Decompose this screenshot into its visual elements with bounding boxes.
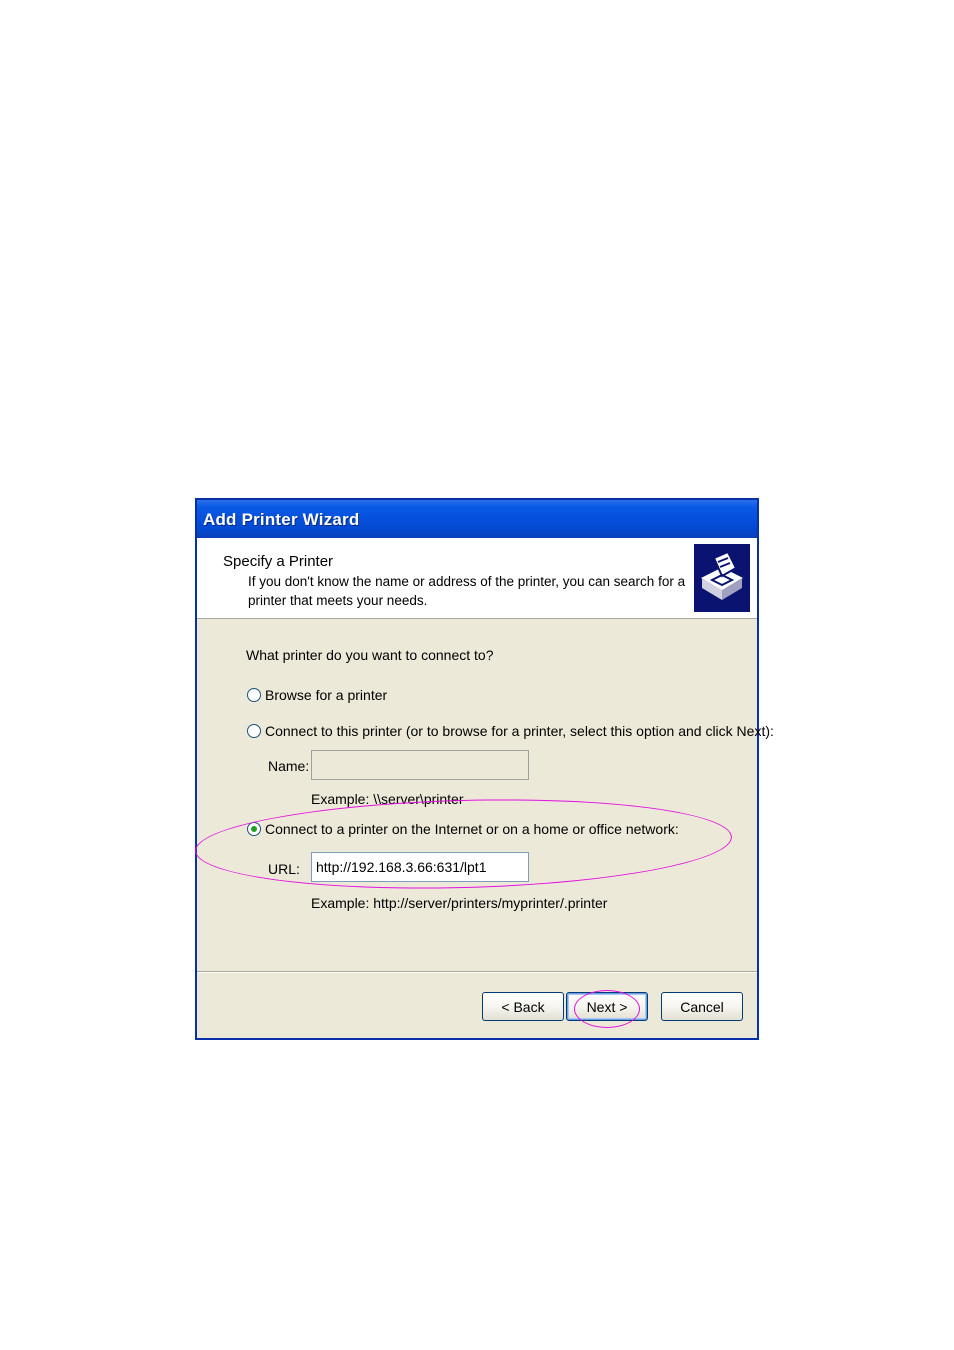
page-title: Specify a Printer <box>223 553 334 570</box>
name-example: Example: \\server\printer <box>311 791 464 807</box>
add-printer-wizard-dialog: Add Printer Wizard Specify a Printer If … <box>195 498 774 1040</box>
connect-internet-radio[interactable] <box>247 822 261 836</box>
cancel-button[interactable]: Cancel <box>661 992 743 1021</box>
printer-wizard-icon <box>694 544 750 612</box>
connect-this-printer-label[interactable]: Connect to this printer (or to browse fo… <box>265 723 774 739</box>
browse-radio[interactable] <box>247 688 261 702</box>
wizard-header: Specify a Printer If you don't know the … <box>197 538 757 619</box>
url-example: Example: http://server/printers/myprinte… <box>311 895 608 911</box>
next-button[interactable]: Next > <box>566 992 648 1021</box>
back-button[interactable]: < Back <box>482 992 564 1021</box>
name-label: Name: <box>268 758 310 774</box>
page-description: If you don't know the name or address of… <box>248 574 686 608</box>
url-input[interactable]: http://192.168.3.66:631/lpt1 <box>311 852 529 882</box>
prompt-label: What printer do you want to connect to? <box>246 647 494 663</box>
connect-this-printer-radio[interactable] <box>247 724 261 738</box>
footer-separator <box>197 971 757 973</box>
name-field[interactable] <box>311 750 529 780</box>
url-label: URL: <box>268 861 300 877</box>
browse-option-label[interactable]: Browse for a printer <box>265 687 387 703</box>
window-title: Add Printer Wizard <box>197 500 757 538</box>
connect-internet-label[interactable]: Connect to a printer on the Internet or … <box>265 821 679 837</box>
